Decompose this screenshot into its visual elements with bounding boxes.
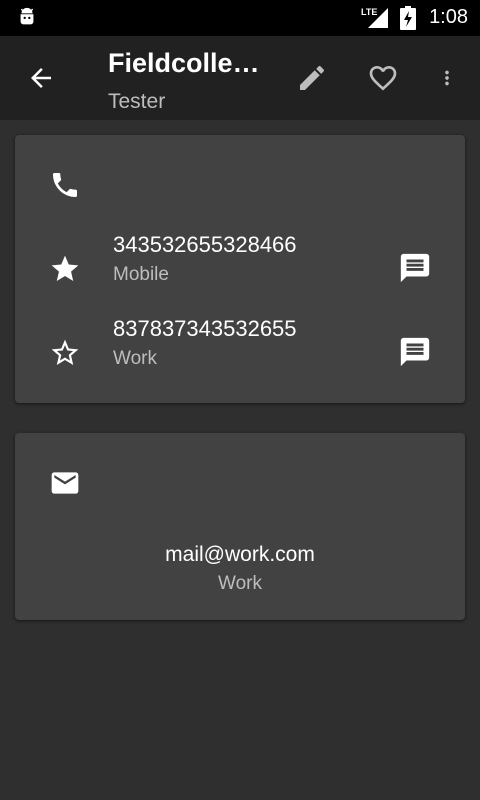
email-icon [51, 472, 79, 494]
app-bar: Fieldcolle… Tester [0, 36, 480, 120]
phone-number: 343532655328466 [113, 232, 297, 257]
phone-numbers-card: 343532655328466 Mobile 837837343532655 W… [15, 135, 465, 403]
back-arrow-icon[interactable] [26, 63, 56, 93]
contact-organization: Tester [108, 90, 166, 113]
network-type-label: LTE [361, 7, 377, 17]
edit-icon[interactable] [296, 62, 328, 94]
star-filled-icon[interactable] [49, 253, 81, 285]
phone-label: Mobile [113, 264, 169, 285]
phone-icon [53, 173, 77, 197]
favorite-outline-icon[interactable] [366, 62, 400, 94]
email-label: Work [218, 573, 262, 594]
star-outline-icon[interactable] [49, 337, 81, 369]
android-debug-icon [20, 7, 34, 25]
phone-row[interactable]: 837837343532655 Work [15, 311, 465, 387]
contact-name: Fieldcolle… [108, 48, 260, 78]
clock: 1:08 [429, 6, 468, 28]
emails-card: mail@work.com Work [15, 433, 465, 620]
status-bar: LTE 1:08 [0, 0, 480, 36]
lte-signal-icon: LTE [361, 7, 388, 28]
email-row[interactable]: mail@work.com Work [15, 533, 465, 603]
phone-row[interactable]: 343532655328466 Mobile [15, 227, 465, 303]
message-icon[interactable] [398, 335, 432, 369]
phone-label: Work [113, 348, 157, 369]
email-address: mail@work.com [165, 543, 315, 566]
message-icon[interactable] [398, 251, 432, 285]
more-options-icon[interactable] [436, 62, 458, 94]
battery-charging-icon [400, 6, 416, 30]
phone-number: 837837343532655 [113, 316, 297, 341]
